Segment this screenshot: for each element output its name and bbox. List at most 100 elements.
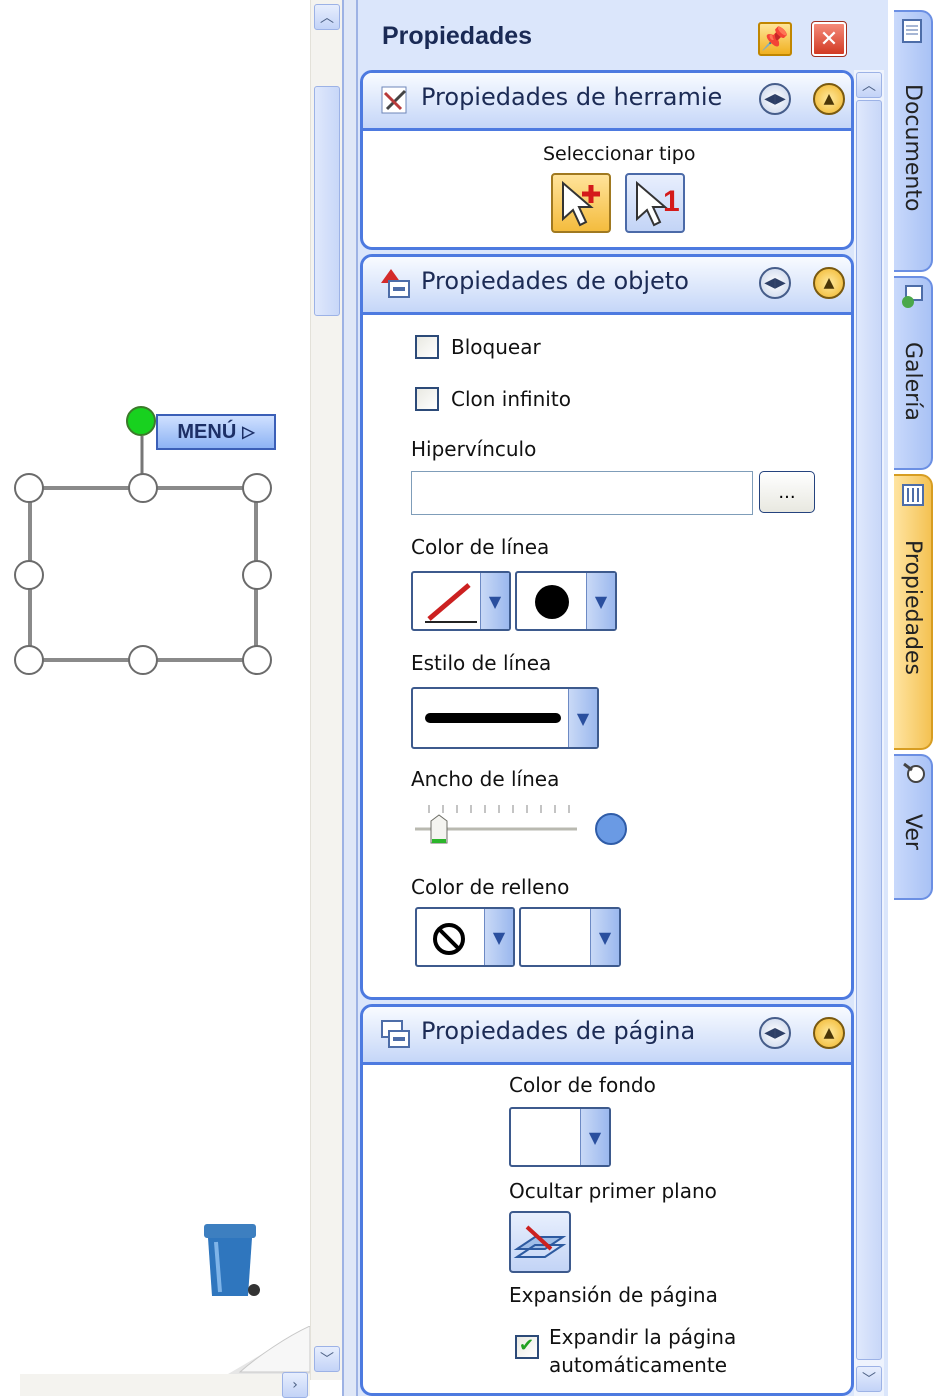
solid-line-preview bbox=[425, 713, 561, 723]
line-width-slider[interactable] bbox=[411, 799, 641, 859]
scroll-right-button[interactable]: › bbox=[282, 1372, 308, 1398]
triangle-right-icon: ▷ bbox=[242, 424, 255, 441]
resize-handle-bottom[interactable] bbox=[128, 645, 158, 675]
chevron-down-icon: ﹀ bbox=[862, 1372, 876, 1388]
pin-button[interactable]: 📌 bbox=[758, 22, 792, 56]
svg-text:1: 1 bbox=[663, 185, 680, 218]
fill-color-picker[interactable]: ▼ bbox=[519, 907, 621, 967]
background-color-dropdown[interactable]: ▼ bbox=[509, 1107, 611, 1167]
auto-expand-checkbox[interactable] bbox=[515, 1335, 539, 1359]
collapse-button[interactable]: ▲ bbox=[813, 267, 845, 299]
infinite-clone-label: Clon infinito bbox=[451, 387, 571, 411]
fill-color-label: Color de relleno bbox=[411, 875, 570, 899]
object-properties-header[interactable]: Propiedades de objeto ◀▶ ▲ bbox=[363, 257, 851, 315]
resize-handle-top-right[interactable] bbox=[242, 473, 272, 503]
dropdown-arrow-icon: ▼ bbox=[580, 1109, 609, 1165]
auto-expand-label: Expandir la página automáticamente bbox=[549, 1323, 736, 1379]
resize-handle-bottom-right[interactable] bbox=[242, 645, 272, 675]
left-right-arrows-icon: ◀▶ bbox=[764, 1025, 786, 1041]
rotate-handle[interactable] bbox=[126, 406, 156, 436]
tab-view[interactable]: Ver bbox=[894, 754, 933, 900]
dropdown-arrow-icon: ▼ bbox=[586, 573, 615, 629]
trash-icon[interactable] bbox=[200, 1220, 264, 1302]
page-properties-header[interactable]: Propiedades de página ◀▶ ▲ bbox=[363, 1007, 851, 1065]
scroll-thumb[interactable] bbox=[856, 100, 882, 1360]
hyperlink-input[interactable] bbox=[411, 471, 753, 515]
tab-document[interactable]: Documento bbox=[894, 10, 933, 272]
gallery-icon bbox=[902, 285, 923, 308]
browse-button[interactable]: ... bbox=[759, 471, 815, 513]
object-properties-title: Propiedades de objeto bbox=[421, 267, 689, 295]
dropdown-arrow-icon: ▼ bbox=[568, 689, 597, 747]
dropdown-arrow-icon: ▼ bbox=[480, 573, 509, 629]
resize-handle-right[interactable] bbox=[242, 560, 272, 590]
tab-properties[interactable]: Propiedades bbox=[894, 474, 933, 750]
selected-shape[interactable] bbox=[0, 0, 310, 700]
hide-foreground-label: Ocultar primer plano bbox=[509, 1179, 717, 1203]
line-width-label: Ancho de línea bbox=[411, 767, 560, 791]
left-right-arrows-icon: ◀▶ bbox=[764, 91, 786, 107]
tool-properties-header[interactable]: Propiedades de herramie ◀▶ ▲ bbox=[363, 73, 851, 131]
resize-handle-top-left[interactable] bbox=[14, 473, 44, 503]
panel-title: Propiedades bbox=[382, 22, 533, 50]
resize-handle-left[interactable] bbox=[14, 560, 44, 590]
collapse-button[interactable]: ▲ bbox=[813, 83, 845, 115]
infinite-clone-checkbox[interactable] bbox=[415, 387, 439, 411]
canvas-vertical-scrollbar[interactable]: ︿ ﹀ bbox=[310, 0, 343, 1380]
left-right-arrows-icon: ◀▶ bbox=[764, 275, 786, 291]
hide-layer-icon bbox=[513, 1225, 567, 1258]
scroll-down-button[interactable]: ﹀ bbox=[856, 1366, 882, 1392]
chevron-up-icon: ︿ bbox=[862, 78, 876, 94]
line-style-dropdown[interactable]: ▼ bbox=[411, 687, 599, 749]
side-tabs: Documento Galería Propiedades Ver bbox=[888, 0, 933, 1396]
fill-color-dropdown[interactable]: ▼ bbox=[415, 907, 515, 967]
canvas-horizontal-scrollbar[interactable]: › bbox=[20, 1372, 310, 1398]
line-color-dropdown[interactable]: ▼ bbox=[411, 571, 511, 631]
browse-label: ... bbox=[778, 481, 796, 503]
line-style-label: Estilo de línea bbox=[411, 651, 552, 675]
document-icon bbox=[902, 19, 922, 43]
up-down-arrows-icon: ▲ bbox=[823, 91, 835, 107]
object-properties-icon bbox=[381, 269, 410, 298]
single-select-button[interactable]: 1 bbox=[625, 173, 685, 233]
page-expansion-label: Expansión de página bbox=[509, 1283, 718, 1307]
page-curl-icon[interactable] bbox=[228, 1326, 310, 1374]
swap-side-button[interactable]: ◀▶ bbox=[759, 1017, 791, 1049]
shape-menu-label: MENÚ bbox=[177, 420, 237, 443]
chevron-up-icon: ︿ bbox=[320, 10, 334, 26]
cursor-plus-icon bbox=[562, 180, 600, 227]
scroll-up-button[interactable]: ︿ bbox=[856, 72, 882, 98]
drawing-canvas[interactable]: MENÚ ▷ bbox=[0, 0, 310, 1396]
tab-view-label: Ver bbox=[900, 814, 925, 850]
close-button[interactable]: ✕ bbox=[811, 21, 847, 57]
chevron-down-icon: ﹀ bbox=[320, 1352, 334, 1368]
scroll-down-button[interactable]: ﹀ bbox=[314, 1346, 340, 1372]
pushpin-icon: 📌 bbox=[761, 26, 789, 52]
resize-handle-bottom-left[interactable] bbox=[14, 645, 44, 675]
lock-checkbox[interactable] bbox=[415, 335, 439, 359]
tab-properties-label: Propiedades bbox=[900, 540, 925, 675]
pencil-icon bbox=[425, 583, 477, 623]
line-color-picker[interactable]: ▼ bbox=[515, 571, 617, 631]
panel-vertical-scrollbar[interactable]: ︿ ﹀ bbox=[854, 70, 884, 1396]
chevron-right-icon: › bbox=[292, 1377, 298, 1393]
swap-side-button[interactable]: ◀▶ bbox=[759, 83, 791, 115]
tool-properties-section: Propiedades de herramie ◀▶ ▲ Seleccionar… bbox=[360, 70, 854, 250]
page-properties-title: Propiedades de página bbox=[421, 1017, 696, 1045]
lock-label: Bloquear bbox=[451, 335, 541, 359]
tab-gallery[interactable]: Galería bbox=[894, 276, 933, 470]
multi-select-button[interactable] bbox=[551, 173, 611, 233]
shape-menu-button[interactable]: MENÚ ▷ bbox=[156, 414, 276, 450]
swap-side-button[interactable]: ◀▶ bbox=[759, 267, 791, 299]
color-swatch-black bbox=[535, 585, 569, 619]
no-fill-icon bbox=[433, 923, 465, 955]
scroll-thumb[interactable] bbox=[314, 86, 340, 316]
tool-properties-title: Propiedades de herramie bbox=[421, 83, 723, 111]
object-properties-section: Propiedades de objeto ◀▶ ▲ Bloquear Clon… bbox=[360, 254, 854, 1000]
resize-handle-top[interactable] bbox=[128, 473, 158, 503]
hide-foreground-button[interactable] bbox=[509, 1211, 571, 1273]
close-icon: ✕ bbox=[819, 26, 839, 52]
panel-splitter[interactable] bbox=[342, 0, 358, 1396]
collapse-button[interactable]: ▲ bbox=[813, 1017, 845, 1049]
scroll-up-button[interactable]: ︿ bbox=[314, 4, 340, 30]
